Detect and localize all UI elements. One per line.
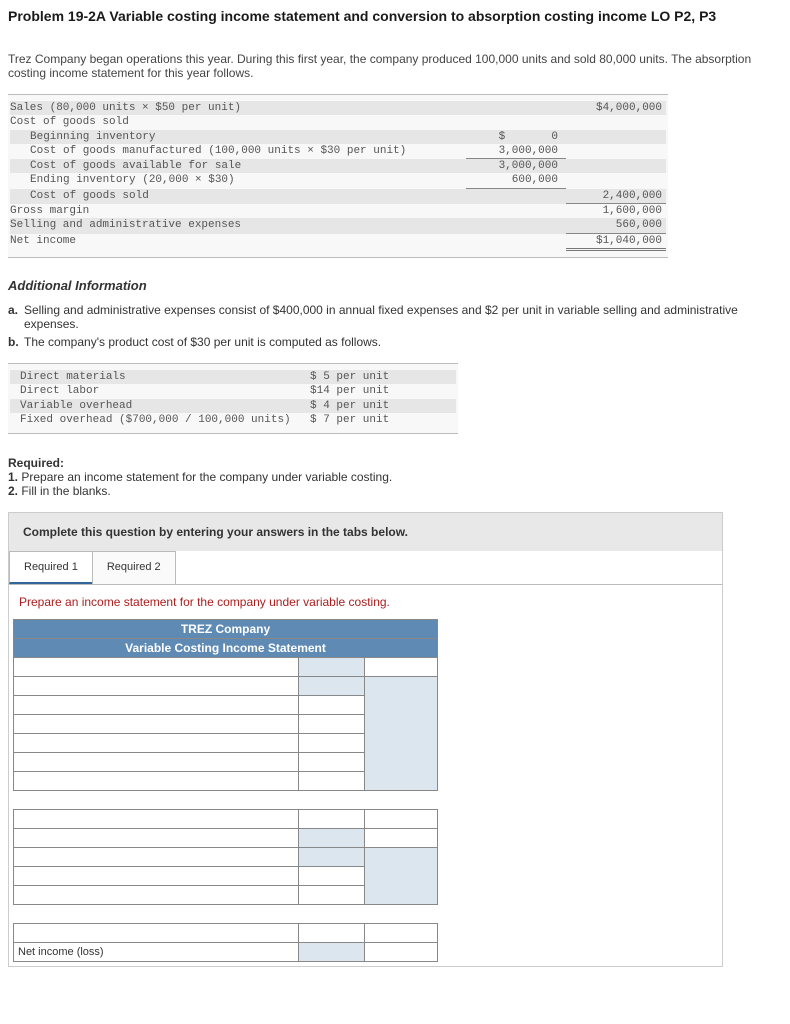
form-cell[interactable]: [299, 715, 364, 734]
form-cell[interactable]: [14, 848, 299, 867]
tab-instruction: Prepare an income statement for the comp…: [9, 585, 722, 619]
form-cell[interactable]: [364, 943, 437, 962]
stmt-header: Variable Costing Income Statement: [14, 639, 438, 658]
form-cell[interactable]: [14, 715, 299, 734]
form-cell[interactable]: [14, 810, 299, 829]
absorption-income-stmt: Sales (80,000 units × $50 per unit)$4,00…: [8, 94, 668, 258]
form-cell[interactable]: [14, 829, 299, 848]
tabs: Required 1 Required 2: [9, 551, 722, 585]
info-item-b: b. The company's product cost of $30 per…: [8, 335, 782, 349]
form-cell[interactable]: [299, 753, 364, 772]
additional-info-header: Additional Information: [8, 278, 782, 293]
form-cell[interactable]: [14, 696, 299, 715]
answer-box: Complete this question by entering your …: [8, 512, 723, 967]
form-cell[interactable]: [364, 658, 437, 677]
answer-instruction: Complete this question by entering your …: [9, 513, 722, 551]
required-header: Required:: [8, 456, 782, 470]
form-cell[interactable]: [299, 696, 364, 715]
form-cell[interactable]: [299, 886, 364, 905]
form-cell[interactable]: [299, 810, 364, 829]
form-cell[interactable]: [299, 772, 364, 791]
form-cell[interactable]: [14, 753, 299, 772]
form-cell[interactable]: [14, 867, 299, 886]
form-cell[interactable]: [364, 810, 437, 829]
problem-title: Problem 19-2A Variable costing income st…: [8, 8, 782, 24]
tab-required-2[interactable]: Required 2: [92, 551, 176, 584]
form-cell[interactable]: [299, 867, 364, 886]
form-cell[interactable]: [14, 886, 299, 905]
form-cell[interactable]: [14, 677, 299, 696]
variable-costing-form: TREZ Company Variable Costing Income Sta…: [13, 619, 438, 962]
form-cell[interactable]: [299, 734, 364, 753]
form-cell[interactable]: [14, 772, 299, 791]
form-cell[interactable]: [14, 658, 299, 677]
form-cell[interactable]: [14, 924, 299, 943]
form-cell[interactable]: [364, 924, 437, 943]
intro-text: Trez Company began operations this year.…: [8, 52, 782, 80]
form-cell[interactable]: [364, 829, 437, 848]
form-cell[interactable]: [14, 734, 299, 753]
company-header: TREZ Company: [14, 620, 438, 639]
product-cost-table: Direct materials$ 5 per unit Direct labo…: [8, 363, 458, 434]
required-item-1: 1. 1. Prepare an income statement for th…: [8, 470, 782, 484]
net-income-label: Net income (loss): [14, 943, 299, 962]
required-item-2: 2. Fill in the blanks.: [8, 484, 782, 498]
info-item-a: a. Selling and administrative expenses c…: [8, 303, 782, 331]
form-cell[interactable]: [299, 924, 364, 943]
tab-required-1[interactable]: Required 1: [9, 551, 93, 584]
